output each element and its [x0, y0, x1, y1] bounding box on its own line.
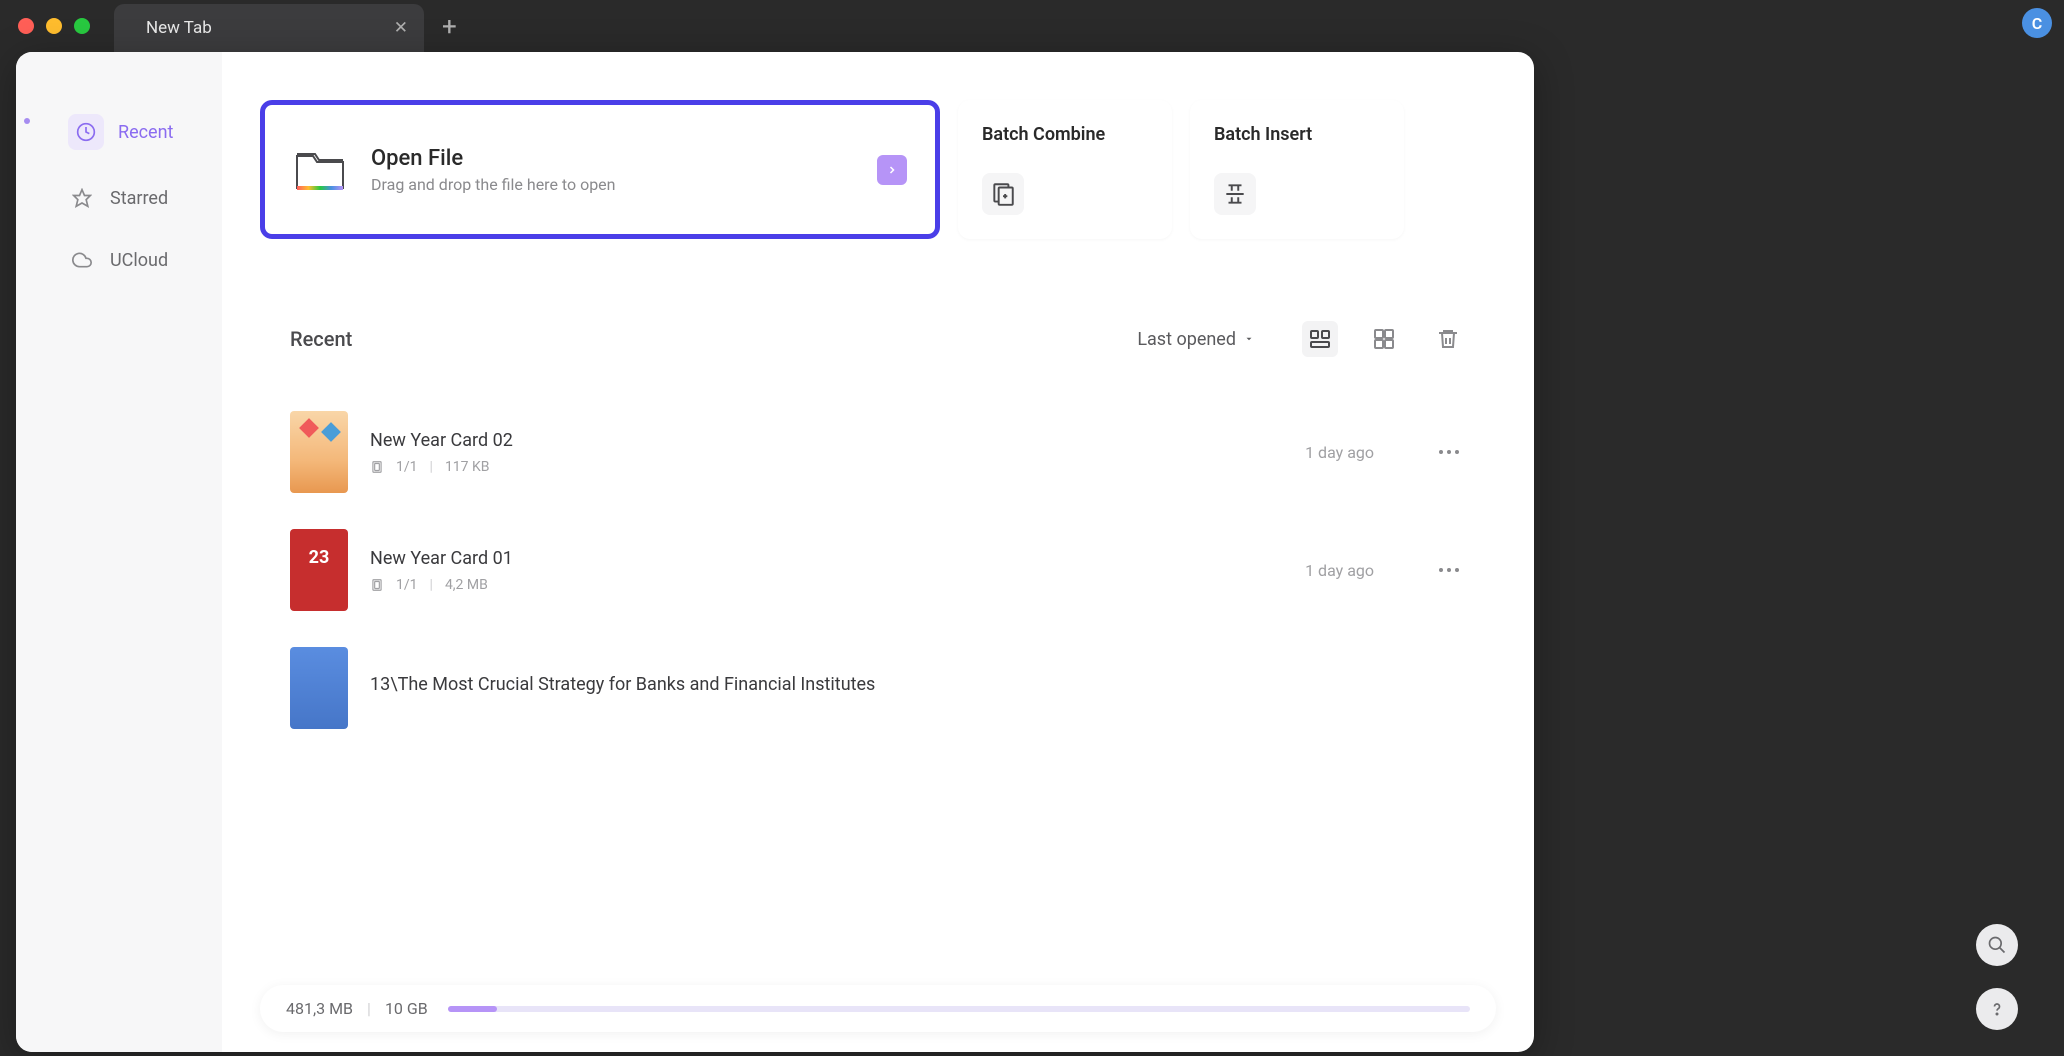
sidebar-item-label: Starred	[110, 188, 168, 209]
file-name: New Year Card 01	[370, 548, 1283, 569]
document-icon	[370, 578, 384, 592]
file-pages: 1/1	[396, 577, 418, 593]
tab-new-tab[interactable]: New Tab ✕	[114, 4, 424, 52]
meta-separator: |	[430, 459, 433, 475]
sort-label: Last opened	[1137, 329, 1236, 350]
help-button[interactable]	[1976, 988, 2018, 1030]
storage-fill	[448, 1006, 497, 1012]
grid-view-button[interactable]	[1366, 321, 1402, 357]
open-file-title: Open File	[371, 146, 853, 171]
list-view-button[interactable]	[1302, 321, 1338, 357]
file-list: New Year Card 02 1/1 | 117 KB 1 day ago	[290, 393, 1466, 747]
file-info: 13\The Most Crucial Strategy for Banks a…	[370, 674, 1466, 703]
file-date: 1 day ago	[1305, 561, 1374, 580]
file-row[interactable]: 13\The Most Crucial Strategy for Banks a…	[290, 629, 1466, 747]
storage-track	[448, 1006, 1470, 1012]
file-meta: 1/1 | 117 KB	[370, 459, 1283, 475]
open-file-card[interactable]: Open File Drag and drop the file here to…	[260, 100, 940, 239]
more-options-icon[interactable]	[1432, 443, 1466, 461]
titlebar: New Tab ✕ + C	[0, 0, 2064, 52]
minimize-window-button[interactable]	[46, 18, 62, 34]
floating-buttons	[1976, 924, 2018, 1030]
file-row[interactable]: New Year Card 01 1/1 | 4,2 MB 1 day ago	[290, 511, 1466, 629]
file-date: 1 day ago	[1305, 443, 1374, 462]
sidebar-item-label: UCloud	[110, 250, 168, 271]
tab-strip: New Tab ✕ +	[114, 0, 457, 52]
file-name: New Year Card 02	[370, 430, 1283, 451]
storage-used: 481,3 MB	[286, 999, 353, 1018]
traffic-lights	[18, 18, 90, 34]
chevron-right-icon[interactable]	[877, 155, 907, 185]
open-file-text: Open File Drag and drop the file here to…	[371, 146, 853, 194]
file-info: New Year Card 02 1/1 | 117 KB	[370, 430, 1283, 475]
insert-icon	[1214, 173, 1256, 215]
recent-title: Recent	[290, 327, 1137, 351]
star-icon	[68, 184, 96, 212]
cloud-icon	[68, 246, 96, 274]
sidebar-item-recent[interactable]: Recent	[54, 104, 192, 160]
clock-icon	[68, 114, 104, 150]
action-row: Open File Drag and drop the file here to…	[260, 100, 1496, 239]
sidebar: Recent Starred UCloud	[16, 52, 222, 1052]
maximize-window-button[interactable]	[74, 18, 90, 34]
file-meta: 1/1 | 4,2 MB	[370, 577, 1283, 593]
recent-header: Recent Last opened	[290, 321, 1466, 357]
storage-separator: |	[367, 999, 371, 1018]
file-info: New Year Card 01 1/1 | 4,2 MB	[370, 548, 1283, 593]
meta-separator: |	[430, 577, 433, 593]
batch-combine-title: Batch Combine	[982, 124, 1148, 145]
close-tab-icon[interactable]: ✕	[394, 18, 408, 38]
file-thumbnail	[290, 529, 348, 611]
combine-icon	[982, 173, 1024, 215]
file-size: 117 KB	[445, 459, 490, 475]
sidebar-indicator-dot	[24, 118, 30, 124]
content-area: Open File Drag and drop the file here to…	[222, 52, 1534, 1052]
batch-insert-card[interactable]: Batch Insert	[1190, 100, 1404, 239]
tab-title: New Tab	[146, 18, 212, 38]
storage-bar: 481,3 MB | 10 GB	[260, 985, 1496, 1032]
file-thumbnail	[290, 647, 348, 729]
search-button[interactable]	[1976, 924, 2018, 966]
view-controls	[1302, 321, 1466, 357]
delete-button[interactable]	[1430, 321, 1466, 357]
close-window-button[interactable]	[18, 18, 34, 34]
folder-icon	[293, 146, 347, 194]
document-icon	[370, 460, 384, 474]
sort-dropdown[interactable]: Last opened	[1137, 329, 1254, 350]
batch-insert-title: Batch Insert	[1214, 124, 1380, 145]
file-pages: 1/1	[396, 459, 418, 475]
file-size: 4,2 MB	[445, 577, 488, 593]
recent-section: Recent Last opened	[260, 293, 1496, 747]
file-name: 13\The Most Crucial Strategy for Banks a…	[370, 674, 1466, 695]
sidebar-item-label: Recent	[118, 122, 173, 143]
file-thumbnail	[290, 411, 348, 493]
sidebar-item-ucloud[interactable]: UCloud	[54, 236, 192, 284]
avatar-initial: C	[2032, 14, 2042, 33]
more-options-icon[interactable]	[1432, 561, 1466, 579]
open-file-subtitle: Drag and drop the file here to open	[371, 175, 853, 194]
avatar[interactable]: C	[2022, 8, 2052, 38]
storage-total: 10 GB	[385, 999, 428, 1018]
batch-combine-card[interactable]: Batch Combine	[958, 100, 1172, 239]
chevron-down-icon	[1244, 334, 1254, 344]
app-window: Recent Starred UCloud Open File Drag an	[16, 52, 1534, 1052]
sidebar-item-starred[interactable]: Starred	[54, 174, 192, 222]
add-tab-button[interactable]: +	[442, 12, 457, 42]
file-row[interactable]: New Year Card 02 1/1 | 117 KB 1 day ago	[290, 393, 1466, 511]
